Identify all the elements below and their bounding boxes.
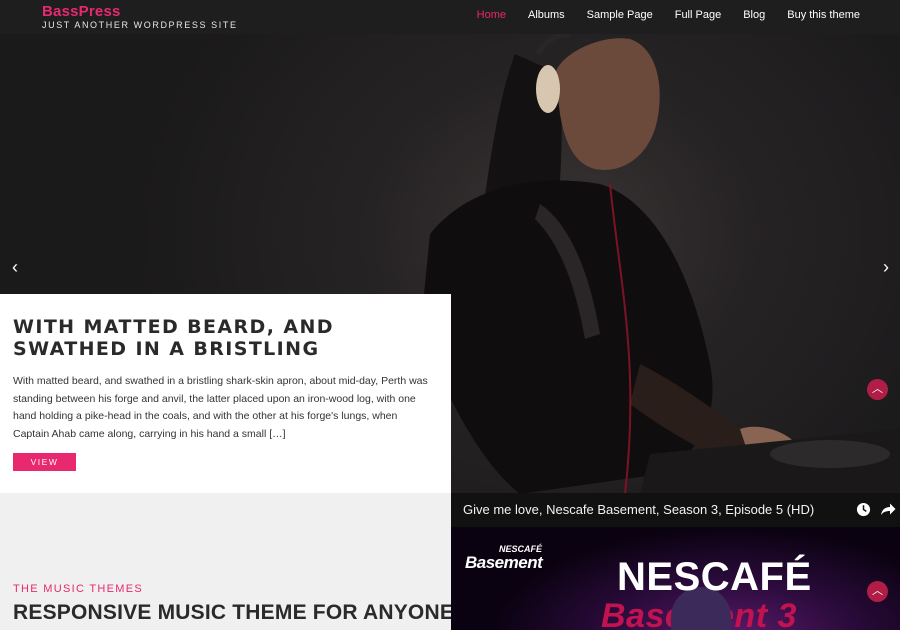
nav-item-home[interactable]: Home	[477, 9, 506, 21]
video-title[interactable]: Give me love, Nescafe Basement, Season 3…	[463, 502, 814, 517]
main-nav: Home Albums Sample Page Full Page Blog B…	[477, 9, 860, 21]
music-themes-section: THE MUSIC THEMES RESPONSIVE MUSIC THEME …	[0, 493, 460, 630]
video-embed[interactable]: Give me love, Nescafe Basement, Season 3…	[451, 493, 900, 630]
post-title[interactable]: WITH MATTED BEARD, AND SWATHED IN A BRIS…	[13, 316, 433, 360]
nav-item-sample-page[interactable]: Sample Page	[587, 9, 653, 21]
video-title-bar: Give me love, Nescafe Basement, Season 3…	[451, 493, 900, 527]
video-thumbnail[interactable]: NESCAFÉ Basement Basement 3 NESCAFÉ	[451, 527, 900, 630]
post-excerpt: With matted beard, and swathed in a bris…	[13, 375, 428, 440]
scroll-up-button[interactable]: ︿	[867, 379, 888, 400]
site-tagline: JUST ANOTHER WORDPRESS SITE	[42, 20, 238, 30]
section-title: RESPONSIVE MUSIC THEME FOR ANYONE.	[13, 601, 461, 624]
featured-post-card: WITH MATTED BEARD, AND SWATHED IN A BRIS…	[0, 294, 451, 493]
site-title[interactable]: BassPress	[42, 3, 121, 20]
section-kicker: THE MUSIC THEMES	[13, 583, 143, 595]
slider-next-button[interactable]: ›	[878, 258, 894, 276]
share-icon[interactable]	[880, 502, 896, 517]
slider-prev-button[interactable]: ‹	[7, 258, 23, 276]
thumb-logo-big: NESCAFÉ	[617, 555, 812, 599]
nav-item-blog[interactable]: Blog	[743, 9, 765, 21]
thumb-logo-small: Basement	[465, 553, 543, 572]
scroll-up-button-2[interactable]: ︿	[867, 581, 888, 602]
nav-item-albums[interactable]: Albums	[528, 9, 565, 21]
clock-icon[interactable]	[856, 502, 871, 517]
page: BassPress JUST ANOTHER WORDPRESS SITE Ho…	[0, 0, 900, 630]
chevron-up-icon: ︿	[872, 585, 883, 597]
chevron-up-icon: ︿	[872, 383, 883, 395]
nav-item-full-page[interactable]: Full Page	[675, 9, 721, 21]
site-header: BassPress JUST ANOTHER WORDPRESS SITE Ho…	[0, 0, 900, 34]
view-button[interactable]: VIEW	[13, 453, 76, 471]
nav-item-buy-theme[interactable]: Buy this theme	[787, 9, 860, 21]
